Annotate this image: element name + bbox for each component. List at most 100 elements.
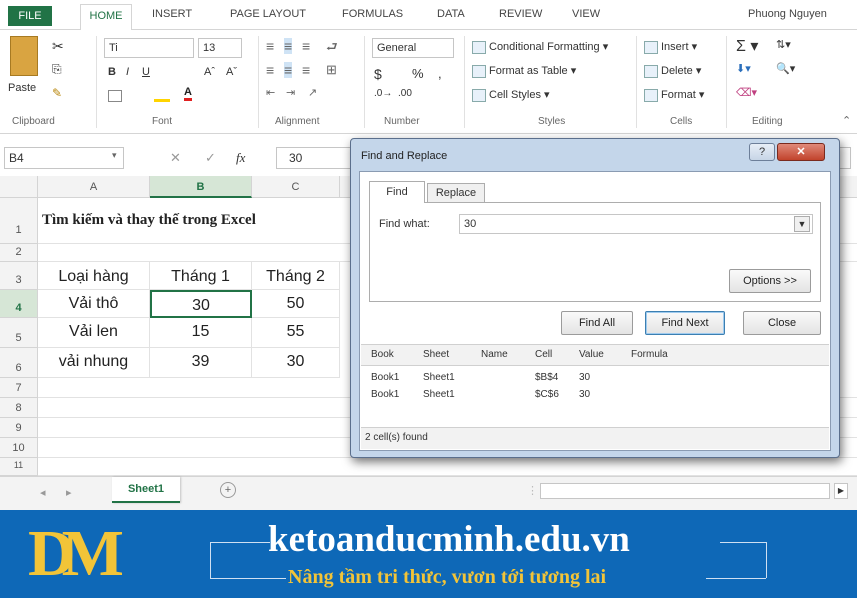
close-icon[interactable]: ✕ [777, 143, 825, 161]
cut-icon[interactable]: ✂ [52, 38, 64, 55]
row-header-3[interactable]: 3 [0, 262, 38, 290]
column-header-c[interactable]: C [252, 176, 340, 198]
tab-page-layout[interactable]: PAGE LAYOUT [230, 8, 306, 20]
find-what-input[interactable]: 30 [459, 214, 813, 234]
align-center-icon[interactable]: ≡ [284, 62, 293, 78]
align-left-icon[interactable]: ≡ [266, 62, 274, 78]
close-button[interactable]: Close [743, 311, 821, 335]
scroll-right-icon[interactable]: ▶ [834, 483, 848, 499]
paste-icon[interactable] [10, 36, 38, 76]
insert-button[interactable]: Insert ▾ [644, 40, 697, 54]
result-row-1-book[interactable]: Book1 [371, 372, 399, 383]
bold-button[interactable]: B [108, 66, 116, 78]
align-middle-icon[interactable]: ≡ [284, 38, 293, 54]
sort-filter-icon[interactable]: ⇅▾ [776, 38, 791, 51]
row-header-2[interactable]: 2 [0, 244, 38, 262]
cell-c3[interactable]: Tháng 2 [252, 262, 340, 290]
cancel-icon[interactable]: ✕ [170, 150, 181, 166]
cell-b4-selected[interactable]: 30 [150, 290, 252, 318]
borders-icon[interactable] [108, 90, 122, 102]
format-button[interactable]: Format ▾ [644, 88, 704, 102]
row-header-10[interactable]: 10 [0, 438, 38, 458]
merge-center-icon[interactable]: ⊞ [326, 62, 337, 78]
delete-button[interactable]: Delete ▾ [644, 64, 701, 78]
tab-home[interactable]: HOME [80, 4, 132, 31]
column-header-a[interactable]: A [38, 176, 150, 198]
result-row-2-value[interactable]: 30 [579, 389, 590, 400]
result-row-2-book[interactable]: Book1 [371, 389, 399, 400]
fill-icon[interactable]: ⬇▾ [736, 62, 751, 75]
cell-b5[interactable]: 15 [150, 318, 252, 348]
sheet-tab-sheet1[interactable]: Sheet1 [112, 477, 180, 503]
increase-decimal-icon[interactable]: .0→ [374, 88, 392, 99]
cell-a3[interactable]: Loại hàng [38, 262, 150, 290]
font-grow-icon[interactable]: Aˆ [204, 66, 215, 78]
cell-c5[interactable]: 55 [252, 318, 340, 348]
paste-button[interactable]: Paste [8, 82, 36, 94]
tab-replace[interactable]: Replace [427, 183, 485, 203]
prev-sheet-icon[interactable]: ◂ [40, 486, 46, 499]
name-box[interactable]: B4 [4, 147, 124, 169]
next-sheet-icon[interactable]: ▸ [66, 486, 72, 499]
align-top-icon[interactable]: ≡ [266, 38, 274, 54]
copy-icon[interactable]: ⎘ [52, 62, 62, 77]
results-col-name[interactable]: Name [481, 349, 508, 360]
enter-icon[interactable]: ✓ [205, 150, 216, 166]
result-row-1-sheet[interactable]: Sheet1 [423, 372, 455, 383]
column-header-b[interactable]: B [150, 176, 252, 198]
cell-c6[interactable]: 30 [252, 348, 340, 378]
cell-b3[interactable]: Tháng 1 [150, 262, 252, 290]
scroll-split-icon[interactable]: ⋮ [527, 484, 538, 497]
result-row-1-cell[interactable]: $B$4 [535, 372, 558, 383]
tab-insert[interactable]: INSERT [152, 8, 192, 20]
find-all-button[interactable]: Find All [561, 311, 633, 335]
tab-file[interactable]: FILE [8, 6, 52, 26]
horizontal-scrollbar[interactable] [540, 483, 830, 499]
fill-color-icon[interactable] [154, 88, 170, 102]
number-format-box[interactable]: General [372, 38, 454, 58]
increase-indent-icon[interactable]: ⇥ [286, 86, 295, 99]
tab-formulas[interactable]: FORMULAS [342, 8, 403, 20]
results-col-cell[interactable]: Cell [535, 349, 552, 360]
cell-a6[interactable]: vải nhung [38, 348, 150, 378]
font-color-icon[interactable]: A [184, 86, 192, 101]
align-bottom-icon[interactable]: ≡ [302, 38, 310, 54]
row-header-6[interactable]: 6 [0, 348, 38, 378]
select-all-corner[interactable] [0, 176, 38, 198]
autosum-icon[interactable]: Σ ▾ [736, 36, 758, 56]
wrap-text-icon[interactable]: ⮐ [326, 38, 338, 60]
decrease-decimal-icon[interactable]: .00 [398, 88, 412, 99]
italic-button[interactable]: I [126, 66, 129, 78]
tab-view[interactable]: VIEW [572, 8, 600, 20]
collapse-ribbon-icon[interactable]: ⌃ [842, 114, 851, 127]
row-header-9[interactable]: 9 [0, 418, 38, 438]
find-next-button[interactable]: Find Next [645, 311, 725, 335]
font-size-box[interactable]: 13 [198, 38, 242, 58]
user-name[interactable]: Phuong Nguyen [748, 8, 827, 20]
result-row-2-cell[interactable]: $C$6 [535, 389, 559, 400]
conditional-formatting-button[interactable]: Conditional Formatting ▾ [472, 40, 608, 54]
format-painter-icon[interactable]: ✎ [52, 86, 62, 100]
name-box-dropdown-icon[interactable]: ▾ [112, 150, 117, 161]
align-right-icon[interactable]: ≡ [302, 62, 310, 78]
row-header-8[interactable]: 8 [0, 398, 38, 418]
tab-review[interactable]: REVIEW [499, 8, 542, 20]
results-col-sheet[interactable]: Sheet [423, 349, 449, 360]
format-as-table-button[interactable]: Format as Table ▾ [472, 64, 576, 78]
results-col-book[interactable]: Book [371, 349, 394, 360]
comma-icon[interactable]: , [438, 66, 442, 81]
cell-c4[interactable]: 50 [252, 290, 340, 318]
results-col-value[interactable]: Value [579, 349, 604, 360]
fx-icon[interactable]: fx [236, 150, 245, 166]
row-header-1[interactable]: 1 [0, 198, 38, 244]
percent-icon[interactable]: % [412, 66, 424, 81]
row-header-5[interactable]: 5 [0, 318, 38, 348]
cell-a4[interactable]: Vải thô [38, 290, 150, 318]
find-select-icon[interactable]: 🔍▾ [776, 62, 795, 75]
find-history-dropdown-icon[interactable]: ▼ [794, 216, 810, 232]
font-name-box[interactable]: Ti [104, 38, 194, 58]
orientation-icon[interactable]: ↗ [308, 86, 317, 99]
help-icon[interactable]: ? [749, 143, 775, 161]
row-header-7[interactable]: 7 [0, 378, 38, 398]
add-sheet-icon[interactable]: + [220, 482, 236, 498]
